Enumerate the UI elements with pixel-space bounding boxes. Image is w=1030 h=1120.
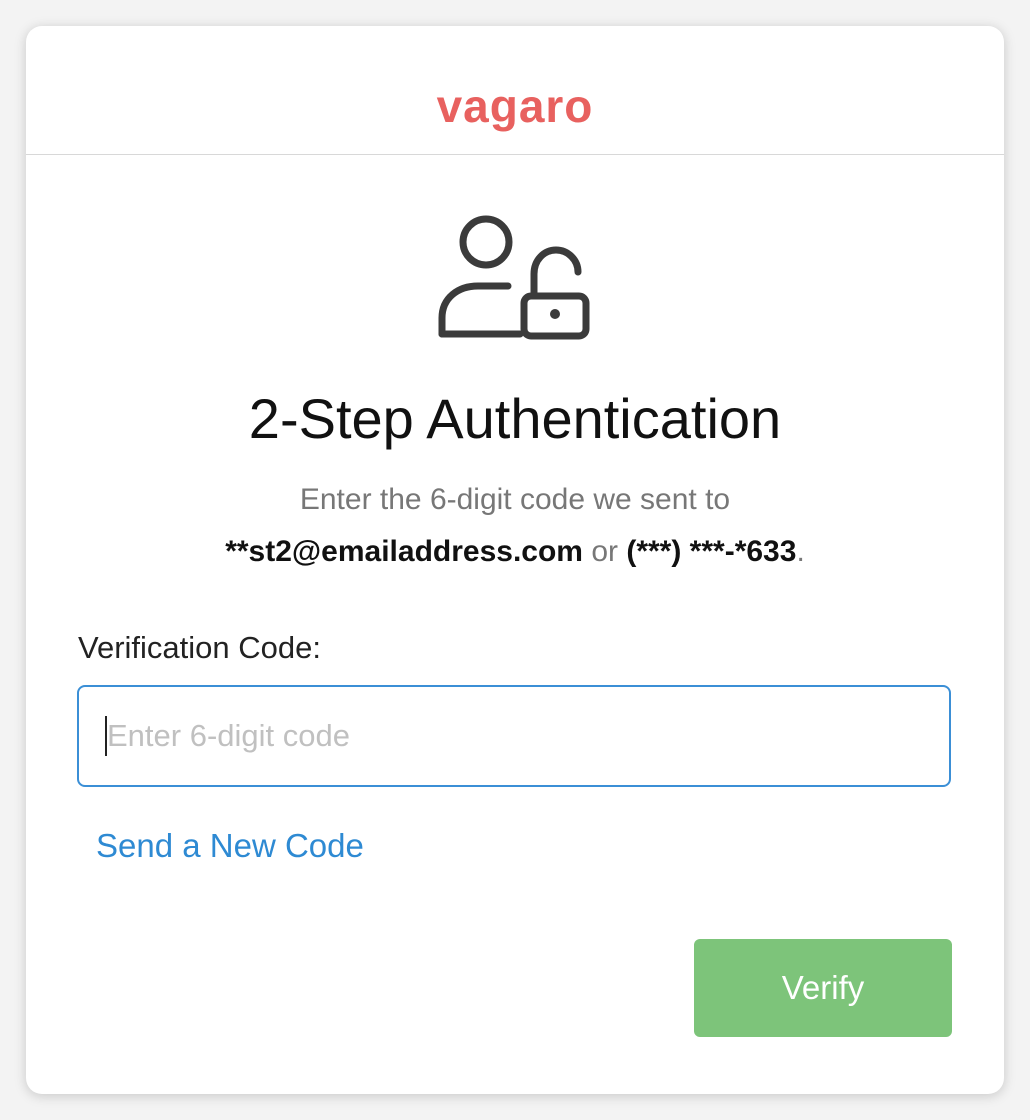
vagaro-logo: vagaro bbox=[436, 80, 594, 132]
masked-email: **st2@emailaddress.com bbox=[225, 535, 583, 568]
auth-instructions: Enter the 6-digit code we sent to **st2@… bbox=[26, 474, 1004, 578]
verification-code-input[interactable] bbox=[77, 685, 951, 787]
recipient-line: **st2@emailaddress.com or (***) ***-*633… bbox=[26, 526, 1004, 578]
user-lock-icon bbox=[438, 215, 590, 340]
instructions-line: Enter the 6-digit code we sent to bbox=[299, 483, 731, 516]
period-text: . bbox=[796, 535, 805, 568]
text-caret bbox=[105, 716, 107, 756]
verify-button[interactable]: Verify bbox=[694, 939, 952, 1037]
masked-phone: (***) ***-*633 bbox=[626, 535, 797, 568]
page-title: 2-Step Authentication bbox=[248, 387, 782, 450]
verification-code-label: Verification Code: bbox=[78, 630, 321, 665]
auth-card: vagaro 2-Step Authentication Enter the 6… bbox=[26, 26, 1004, 1094]
or-text: or bbox=[591, 535, 618, 568]
send-new-code-link[interactable]: Send a New Code bbox=[96, 826, 364, 866]
card-header: vagaro bbox=[26, 26, 1004, 155]
